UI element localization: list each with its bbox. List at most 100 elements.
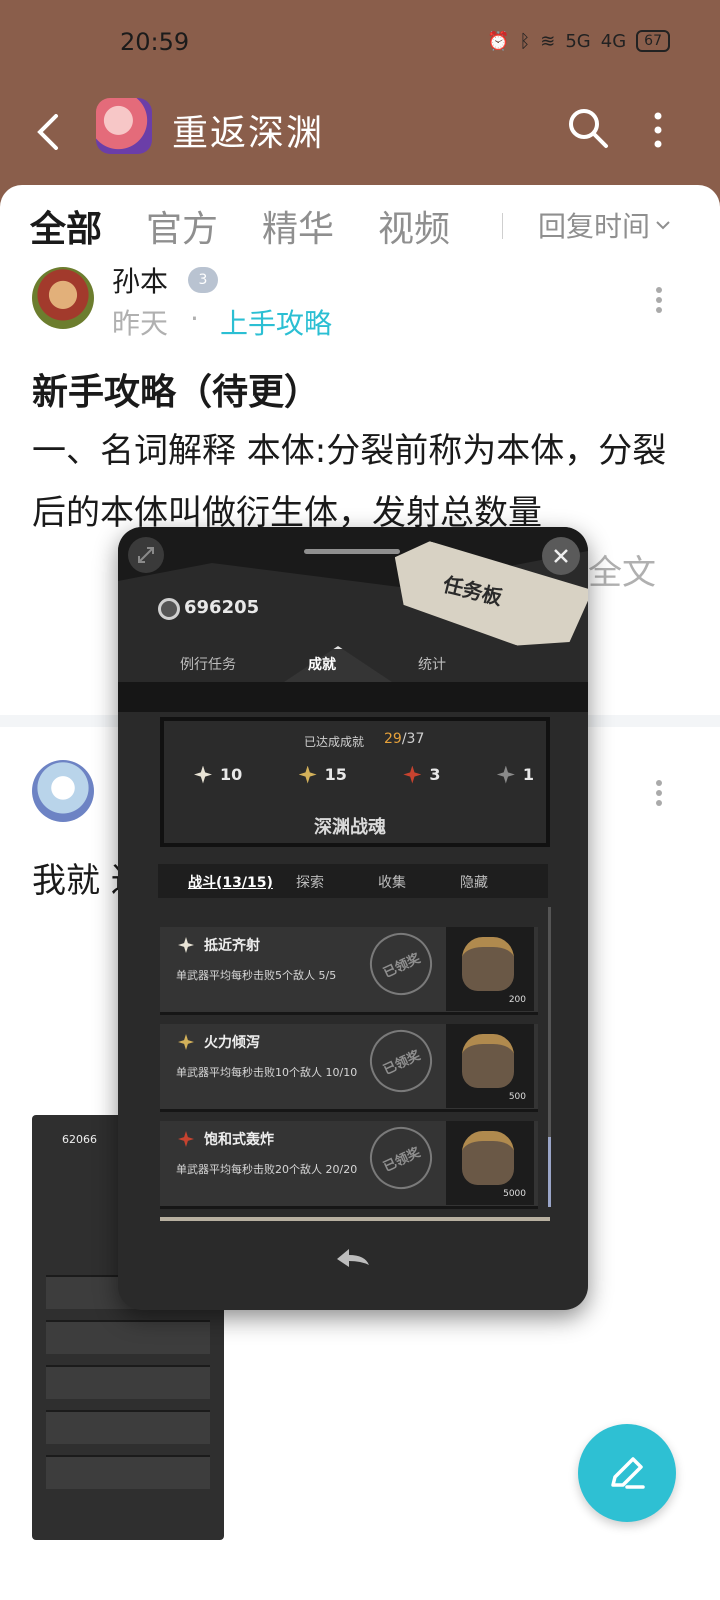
tier-stat-white: 10 [194,765,242,784]
tier-count: 3 [429,765,441,784]
post-more-icon-2[interactable] [654,778,664,808]
close-window-button[interactable] [542,537,580,575]
post-excerpt[interactable]: 一、名词解释 本体:分裂前称为本体，分裂后的本体叫做衍生体，发射总数量 [32,420,672,544]
window-drag-handle[interactable] [304,549,400,554]
claimed-stamp: 已领奖 [359,1019,443,1103]
reward-amount: 500 [508,1092,526,1102]
chevron-down-icon [656,221,670,230]
signal-4g: 4G [600,30,627,52]
gold-star-icon [298,765,317,784]
subtab-combat[interactable]: 战斗(13/15) [188,872,273,892]
achievement-category-tabs: 战斗(13/15) 探索 收集 隐藏 [158,864,548,898]
tab-all[interactable]: 全部 [30,200,102,252]
subtab-explore[interactable]: 探索 [296,872,324,892]
white-star-icon [194,765,212,784]
post-author-name[interactable]: 孙本 [112,260,168,300]
bluetooth-icon: ᛒ [519,30,531,52]
sort-label: 回复时间 [538,210,651,243]
tab-divider [502,213,503,239]
claimed-stamp: 已领奖 [359,922,443,1006]
post-author-avatar-2[interactable] [32,760,94,822]
achievement-item[interactable]: 抵近齐射 单武器平均每秒击败5个敌人 5/5 已领奖 200 [160,922,538,1015]
signal-5g: 5G [565,30,591,52]
game-tab-stats[interactable]: 统计 [418,654,446,674]
edit-pen-icon [611,1457,645,1489]
coin-icon [158,598,180,620]
back-arrow-icon [37,114,58,150]
game-back-button[interactable] [318,1239,388,1275]
sort-dropdown[interactable]: 回复时间 [538,205,670,245]
gold-star-icon [178,1034,194,1050]
close-icon [554,549,568,563]
search-button[interactable] [566,106,610,150]
game-tabs: 例行任务 成就 统计 [148,642,558,686]
reward-box: 5000 [446,1121,534,1205]
achievement-item[interactable]: 饱和式轰炸 单武器平均每秒击败20个敌人 20/20 已领奖 5000 [160,1116,538,1209]
subtab-collect[interactable]: 收集 [378,872,406,892]
coin-balance: 696205 [184,597,260,618]
achieved-label: 已达成成就 [304,735,365,749]
achieved-total: /37 [401,731,425,747]
active-tab-frame [278,646,398,686]
achievement-desc: 单武器平均每秒击败5个敌人 5/5 [176,969,337,982]
achievement-desc: 单武器平均每秒击败10个敌人 10/10 [176,1066,358,1079]
tier-stat-red: 3 [403,765,440,784]
tier-count: 1 [522,765,534,784]
achievement-name: 饱和式轰炸 [204,1132,274,1148]
achievement-summary-panel: 已达成成就 29/37 10 15 3 1 深渊战魂 [160,717,550,847]
compose-button[interactable] [578,1424,676,1522]
achieved-value: 29 [384,731,402,747]
post-time: 昨天 [112,307,169,340]
reward-box: 500 [446,1024,534,1108]
reward-amount: 200 [508,995,526,1005]
thumb-row [46,1455,210,1489]
game-divider [118,682,588,712]
gold-bag-icon [462,1034,514,1088]
achievement-item[interactable]: 火力倾泻 单武器平均每秒击败10个敌人 10/10 已领奖 500 [160,1019,538,1112]
red-star-icon [403,765,422,784]
subtab-hidden[interactable]: 隐藏 [460,872,488,892]
post-author-avatar[interactable] [32,267,94,329]
achievement-name: 抵近齐射 [204,938,260,954]
game-tab-achievements[interactable]: 成就 [308,654,336,674]
thumb-row [46,1320,210,1354]
battery-indicator: 67 [636,30,670,52]
expand-icon [138,547,154,563]
category-tabs: 全部 官方 精华 视频 [30,200,450,252]
alarm-icon: ⏰ [487,30,510,52]
wifi-icon: ≋ [540,30,556,52]
more-button[interactable] [650,108,666,152]
tab-video[interactable]: 视频 [378,200,450,252]
meta-separator: · [190,302,199,335]
return-arrow-icon [337,1249,369,1267]
expand-window-button[interactable] [128,537,164,573]
search-icon [569,109,608,148]
reward-box: 200 [446,927,534,1011]
thumb-row [46,1365,210,1399]
status-bar: 20:59 ⏰ ᛒ ≋ 5G 4G 67 [0,0,720,90]
status-icons: ⏰ ᛒ ≋ 5G 4G 67 [487,30,670,52]
tab-official[interactable]: 官方 [146,200,218,252]
post-more-icon[interactable] [654,285,664,315]
tier-stat-gold: 15 [298,765,347,784]
achievement-list[interactable]: 抵近齐射 单武器平均每秒击败5个敌人 5/5 已领奖 200 火力倾泻 单武器平… [160,912,552,1212]
status-time: 20:59 [120,28,190,56]
tab-featured[interactable]: 精华 [262,200,334,252]
tier-stat-hidden: 1 [496,765,534,784]
tier-count: 10 [220,765,243,784]
achievement-tier-stats: 10 15 3 1 [194,765,534,784]
forum-avatar[interactable] [96,98,152,154]
abyss-soul-title: 深渊战魂 [314,817,386,838]
post-title[interactable]: 新手攻略（待更） [32,363,320,415]
gold-bag-icon [462,937,514,991]
top-nav: 重返深渊 [0,90,720,180]
back-button[interactable] [28,108,68,156]
scrollbar-thumb[interactable] [548,1137,551,1207]
game-tab-routine[interactable]: 例行任务 [180,654,236,674]
floating-game-window[interactable]: 任务板 696205 例行任务 成就 统计 已达成成就 29/37 10 15 … [118,527,588,1310]
level-badge: 3 [188,267,218,293]
claimed-stamp: 已领奖 [359,1116,443,1200]
post-tag[interactable]: 上手攻略 [220,302,332,342]
achievement-name: 火力倾泻 [204,1035,260,1051]
read-full-link[interactable]: 全文 [588,545,656,594]
